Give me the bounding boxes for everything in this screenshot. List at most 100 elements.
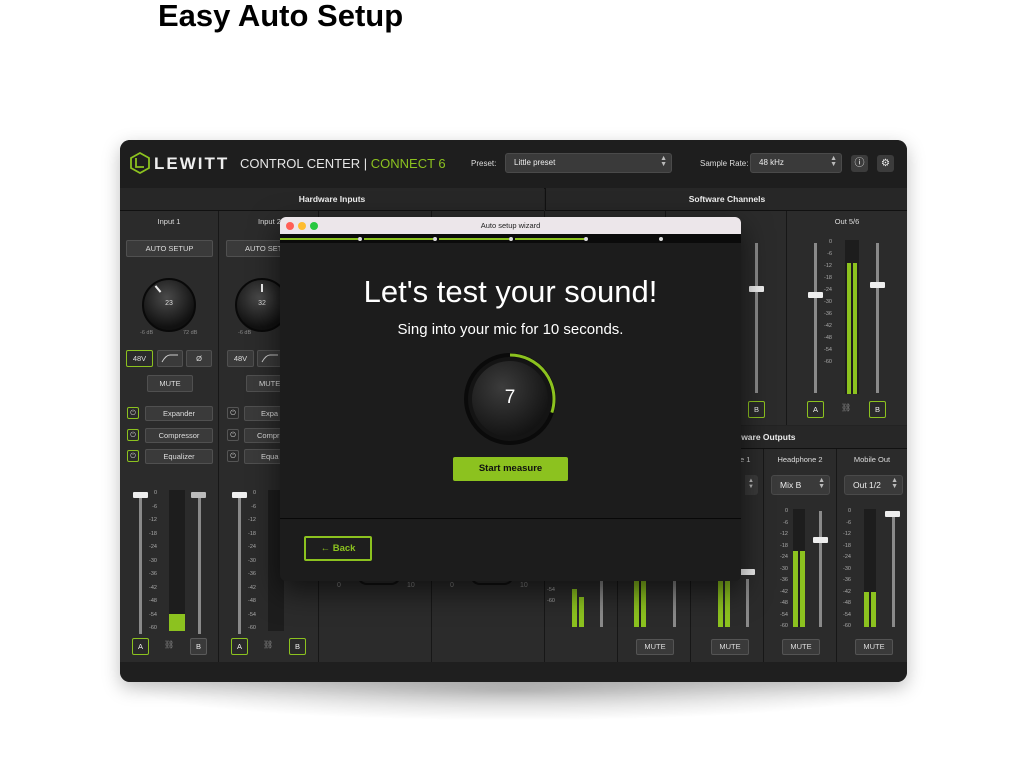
meter-fill: [169, 614, 185, 631]
mute-button[interactable]: MUTE: [711, 639, 749, 655]
send-a-button[interactable]: A: [231, 638, 248, 655]
meter-fill-right: [871, 591, 876, 627]
dialog-divider: [280, 518, 741, 519]
software-channels-header: Software Channels: [545, 188, 907, 211]
high-pass-icon: [161, 354, 178, 363]
progress-segment: [280, 238, 358, 240]
power-icon[interactable]: ⏻: [127, 450, 139, 462]
meter-fill: [725, 579, 730, 627]
fader-track: [238, 494, 241, 634]
fader-track: [673, 579, 676, 627]
input-1-strip: Input 1 AUTO SETUP 23 -6 dB 72 dB 48V Ø …: [120, 211, 219, 662]
meter-fill: [579, 597, 584, 627]
volume-fader[interactable]: [813, 537, 828, 543]
info-button[interactable]: ⓘ: [851, 155, 868, 172]
phantom-power-button[interactable]: 48V: [126, 350, 153, 367]
gain-value: 23: [165, 300, 173, 307]
output-select-value: Out 1/2: [853, 480, 881, 490]
preset-select[interactable]: Little preset ▲ ▼: [505, 153, 672, 173]
output-select[interactable]: Out 1/2 ▲ ▼: [844, 475, 903, 495]
power-icon[interactable]: ⏻: [227, 429, 239, 441]
link-icon[interactable]: ⛓: [841, 403, 851, 412]
out-5-6-label: Out 5/6: [834, 217, 860, 226]
level-meter: [169, 490, 185, 631]
page-title: Easy Auto Setup: [158, 0, 404, 33]
compressor-button[interactable]: Compressor: [145, 428, 213, 443]
back-button[interactable]: ← Back: [304, 536, 372, 561]
input-1-label: Input 1: [157, 217, 181, 226]
output-select[interactable]: ▲ ▼: [745, 475, 758, 495]
brand-name: LEWITT: [154, 154, 230, 173]
send-b-button[interactable]: B: [190, 638, 207, 655]
headphone-2-strip: Headphone 2 Mix B ▲ ▼ 0 -6 -12 -18 -24 -30 -36-…: [764, 449, 837, 662]
send-a-button[interactable]: A: [132, 638, 149, 655]
gain-knob[interactable]: 23: [142, 278, 196, 332]
app-footer: [120, 662, 907, 682]
volume-fader[interactable]: [870, 282, 885, 288]
meter-scale: 0 -6 -12 -18 -24 -30 -36 -42 -48 -54 -60: [780, 508, 788, 629]
output-select-value: Mix B: [780, 480, 802, 490]
level-meter: [634, 579, 646, 627]
power-icon[interactable]: ⏻: [127, 407, 139, 419]
send-b-button[interactable]: B: [748, 401, 765, 418]
info-icon: ⓘ: [854, 158, 865, 169]
high-pass-icon: [261, 354, 278, 363]
output-select[interactable]: Mix B ▲ ▼: [771, 475, 830, 495]
product-name: CONTROL CENTER: [240, 156, 361, 171]
start-measure-button[interactable]: Start measure: [453, 457, 568, 481]
volume-fader[interactable]: [749, 286, 764, 292]
progress-step-dot: [358, 237, 362, 241]
meter-scale: 0 -6 -12 -18 -24 -30 -36 -42 -48 -54 -60: [149, 490, 157, 631]
meter-fill-right: [800, 551, 805, 627]
equalizer-button[interactable]: Equalizer: [145, 449, 213, 464]
mute-button[interactable]: MUTE: [636, 639, 674, 655]
headphone-1-label: e 1: [740, 455, 751, 464]
sample-rate-select[interactable]: 48 kHz ▲ ▼: [750, 153, 842, 173]
updown-icon: ▲ ▼: [748, 478, 754, 490]
meter-scale: 0 -6 -12 -18 -24 -30 -36 -42 -48 -54 -60: [843, 508, 851, 629]
expander-button[interactable]: Expander: [145, 406, 213, 421]
progress-step-dot: [433, 237, 438, 241]
high-pass-button[interactable]: [157, 350, 183, 367]
power-icon[interactable]: ⏻: [127, 429, 139, 441]
mute-button[interactable]: MUTE: [147, 375, 193, 392]
countdown-value: 7: [504, 387, 516, 408]
level-meter: [864, 509, 876, 627]
meter-fill: [641, 579, 646, 627]
mute-button[interactable]: MUTE: [782, 639, 820, 655]
input-2-label: Input 2: [258, 217, 281, 226]
mobile-out-label: Mobile Out: [853, 455, 891, 464]
out-5-6-strip: Out 5/6 0 -6 -12 -18 -24 -30 -36 -42 -48 -54 -60 A…: [787, 211, 907, 425]
link-icon[interactable]: ⛓: [263, 640, 273, 649]
link-icon[interactable]: ⛓: [164, 640, 174, 649]
volume-fader[interactable]: [740, 569, 755, 575]
mute-button[interactable]: MUTE: [855, 639, 893, 655]
wizard-instruction: Sing into your mic for 10 seconds.: [397, 321, 624, 338]
progress-segment: [364, 238, 434, 240]
fader-track: [876, 243, 879, 393]
phantom-power-button[interactable]: 48V: [227, 350, 254, 367]
headphone-2-label: Headphone 2: [777, 455, 823, 464]
preset-label: Preset:: [471, 159, 497, 168]
meter-scale: 0 -6 -12 -18 -24 -30 -36 -42 -48 -54 -60: [248, 490, 256, 631]
send-a-button[interactable]: A: [807, 401, 824, 418]
volume-fader[interactable]: [885, 511, 900, 517]
wizard-step-progress: [280, 234, 741, 243]
hardware-inputs-header: Hardware Inputs: [120, 188, 544, 211]
power-icon[interactable]: ⏻: [227, 407, 239, 419]
send-b-button[interactable]: B: [869, 401, 886, 418]
preset-value: Little preset: [514, 158, 556, 167]
pan-fader[interactable]: [191, 492, 206, 498]
settings-button[interactable]: ⚙: [877, 155, 894, 172]
power-icon[interactable]: ⏻: [227, 450, 239, 462]
gain-max-label: 72 dB: [183, 330, 198, 336]
auto-setup-button[interactable]: AUTO SETUP: [126, 240, 213, 257]
progress-segment: [514, 238, 584, 240]
phase-button[interactable]: Ø: [186, 350, 212, 367]
fader-track: [819, 511, 822, 627]
dialog-title: Auto setup wizard: [480, 221, 541, 230]
updown-icon: ▲ ▼: [891, 477, 898, 490]
meter-fill: [634, 579, 639, 627]
send-b-button[interactable]: B: [289, 638, 306, 655]
updown-icon: ▲ ▼: [830, 155, 837, 168]
